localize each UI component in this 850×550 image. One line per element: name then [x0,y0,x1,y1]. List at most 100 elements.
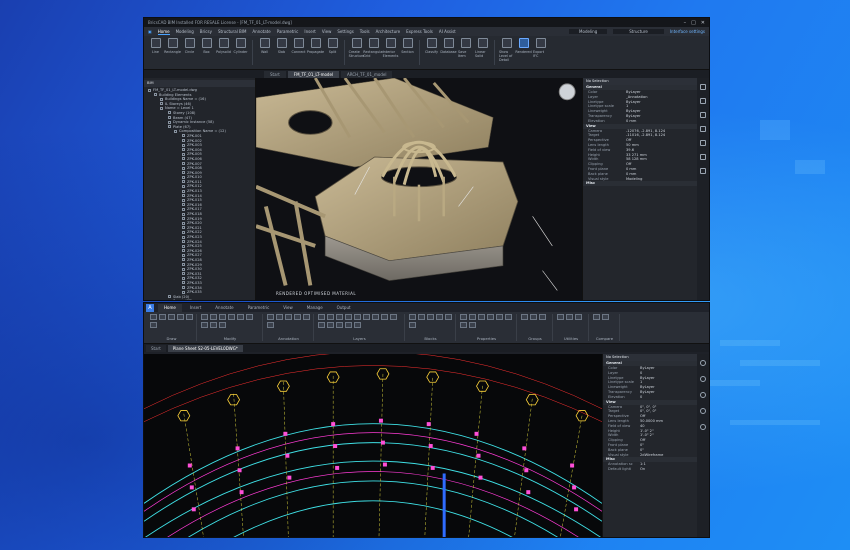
tool-icon[interactable] [487,314,494,320]
tool-icon[interactable] [436,314,443,320]
tool-icon[interactable] [186,314,193,320]
tool-icon[interactable] [381,314,388,320]
tool-icon[interactable] [469,314,476,320]
menu-tab[interactable]: Architecture [376,29,401,35]
property-row[interactable]: Visual style 2dWireframe [603,453,697,458]
ribbon-button[interactable]: Linear Solid [475,38,490,67]
minimize-icon[interactable]: – [684,20,687,26]
ribbon-button[interactable]: Split [325,38,340,67]
tool-icon[interactable] [327,314,334,320]
tool-icon[interactable] [345,314,352,320]
tree-item[interactable]: Space (77) [144,299,255,300]
menu-tab[interactable]: Structural BIM [218,29,246,35]
property-row[interactable]: Elevation 0 [603,395,697,400]
tool-icon[interactable] [445,314,452,320]
ribbon-button[interactable]: Show Level of Detail [499,38,514,67]
function-icon[interactable] [700,408,706,414]
app-logo-icon[interactable]: A [146,303,154,312]
tool-icon[interactable] [575,314,582,320]
tool-icon[interactable] [390,314,397,320]
tool-icon[interactable] [294,314,301,320]
tool-icon[interactable] [168,314,175,320]
tool-icon[interactable] [557,314,564,320]
tool-icon[interactable] [267,322,274,328]
document-tab[interactable]: Start [146,345,166,352]
tool-icon[interactable] [303,314,310,320]
tool-icon[interactable] [327,322,334,328]
library-icon[interactable] [700,126,706,132]
tool-icon[interactable] [336,322,343,328]
tool-icon[interactable] [354,322,361,328]
ribbon-button[interactable]: Export IFC [533,38,548,67]
tool-icon[interactable] [228,314,235,320]
ribbon-button[interactable]: Cylinder [233,38,248,67]
tool-icon[interactable] [460,314,467,320]
tool-icon[interactable] [593,314,600,320]
property-section[interactable]: Misc [583,181,697,187]
maximize-icon[interactable]: □ [691,20,696,26]
layers-icon[interactable] [700,84,706,90]
ribbon-button[interactable]: Slab [274,38,289,67]
tool-icon[interactable] [409,322,416,328]
tool-icon[interactable] [336,314,343,320]
menu-tab[interactable]: Express Tools [406,29,433,35]
tool-icon[interactable] [210,314,217,320]
tool-icon[interactable] [150,322,157,328]
tool-icon[interactable] [539,314,546,320]
structure-icon[interactable] [700,98,706,104]
tool-icon[interactable] [496,314,503,320]
tool-icon[interactable] [150,314,157,320]
ribbon-button[interactable]: Propagate [307,38,324,67]
ribbon-button[interactable]: Circle [182,38,197,67]
ribbon-button[interactable]: Section [400,38,415,67]
ribbon-button[interactable]: Database [440,38,457,67]
tool-icon[interactable] [478,314,485,320]
ribbon-button[interactable]: Rendered [515,38,532,67]
interface-settings-link[interactable]: Interface settings [670,29,705,34]
tool-icon[interactable] [521,314,528,320]
layer-select[interactable]: Structure [613,29,664,34]
render-icon[interactable] [700,140,706,146]
drawing-viewport-2d[interactable] [144,354,602,537]
tool-icon[interactable] [345,322,352,328]
ribbon-tab[interactable]: Insert [184,304,207,312]
ribbon-button[interactable]: Rectangular Grid [363,38,384,67]
ribbon-button[interactable]: Create Structure [349,38,364,67]
workspace-select[interactable]: Modeling [569,29,608,34]
ribbon-button[interactable]: Classify [424,38,439,67]
tool-icon[interactable] [354,314,361,320]
tool-icon[interactable] [237,314,244,320]
settings-icon[interactable] [700,424,706,430]
tool-icon[interactable] [201,322,208,328]
tool-icon[interactable] [427,314,434,320]
tool-icon[interactable] [246,314,253,320]
blocks-icon[interactable] [700,392,706,398]
tool-icon[interactable] [159,314,166,320]
properties-icon[interactable] [700,112,706,118]
ribbon-tab[interactable]: Manage [301,304,329,312]
tool-icon[interactable] [219,314,226,320]
ribbon-button[interactable]: Line [148,38,163,67]
menu-tab[interactable]: Home [157,29,170,35]
ribbon-button[interactable]: Rectangle [164,38,181,67]
tool-icon[interactable] [418,314,425,320]
property-row[interactable]: Default lighti On [603,467,697,472]
tool-icon[interactable] [363,314,370,320]
ribbon-tab[interactable]: Annotate [209,304,239,312]
property-row[interactable]: Visual style Modeling [583,177,697,182]
layers-icon[interactable] [700,360,706,366]
tool-icon[interactable] [318,322,325,328]
menu-tab[interactable]: Tools [360,29,370,35]
tool-icon[interactable] [602,314,609,320]
tool-icon[interactable] [219,322,226,328]
tool-icon[interactable] [318,314,325,320]
tool-icon[interactable] [201,314,208,320]
sheets-icon[interactable] [700,154,706,160]
menu-tab[interactable]: Settings [337,29,353,35]
document-tab[interactable]: FM_TF_01_LT-model [287,71,340,78]
ribbon-button[interactable]: Box [199,38,214,67]
tool-icon[interactable] [505,314,512,320]
tool-icon[interactable] [460,322,467,328]
ribbon-button[interactable]: Interior Elements [383,38,398,67]
tool-icon[interactable] [285,314,292,320]
